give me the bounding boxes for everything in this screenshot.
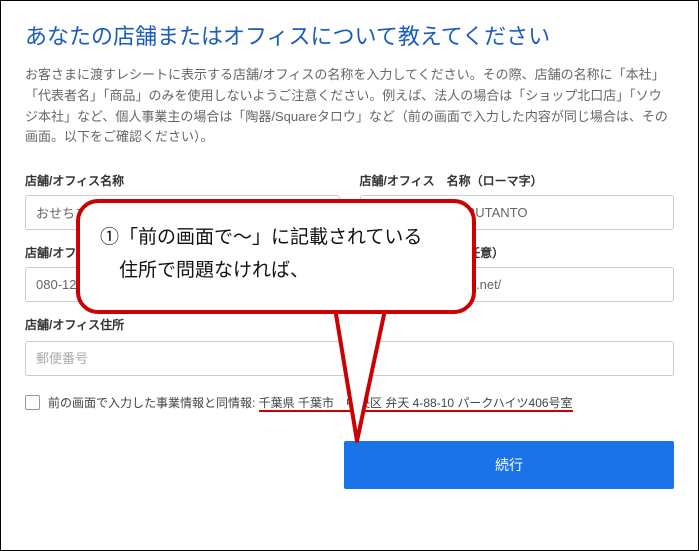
- annotation-callout: ①「前の画面で〜」に記載されている 住所で問題なければ、: [76, 199, 476, 314]
- previous-info-label: 前の画面で入力した事業情報と同情報: 千葉県 千葉市 中央区 弁天 4-88-1…: [48, 394, 573, 411]
- checkbox-label-prefix: 前の画面で入力した事業情報と同情報:: [48, 396, 259, 410]
- continue-button[interactable]: 続行: [344, 441, 674, 489]
- callout-line-2: 住所で問題なければ、: [100, 254, 452, 287]
- same-as-previous-checkbox[interactable]: [25, 395, 40, 410]
- store-name-label: 店舗/オフィス名称: [25, 172, 340, 189]
- previous-address-text: 千葉県 千葉市 中央区 弁天 4-88-10 パークハイツ406号室: [259, 396, 573, 412]
- page-title: あなたの店舗またはオフィスについて教えてください: [25, 19, 674, 51]
- callout-tail-icon: [333, 296, 403, 446]
- page-description: お客さまに渡すレシートに表示する店舗/オフィスの名称を入力してください。その際、…: [25, 65, 674, 148]
- store-name-roman-label: 店舗/オフィス 名称（ローマ字）: [360, 172, 675, 189]
- callout-line-1: ①「前の画面で〜」に記載されている: [100, 221, 452, 254]
